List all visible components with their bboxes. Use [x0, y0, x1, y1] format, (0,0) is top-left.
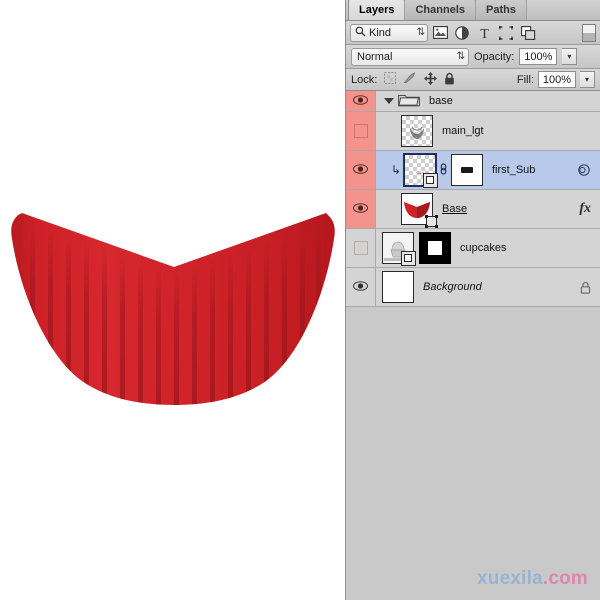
pixel-layer-filter-icon[interactable] [430, 23, 450, 43]
visibility-toggle-base-group[interactable] [346, 91, 376, 111]
chevron-down-icon[interactable] [384, 98, 394, 104]
filter-kind-select[interactable]: Kind ⇅ [350, 24, 428, 42]
layer-name-base: Base [442, 203, 467, 215]
filter-toggle-switch[interactable] [582, 24, 596, 42]
fill-dropdown-arrow[interactable]: ▾ [580, 71, 595, 88]
mask-white-area [428, 241, 442, 255]
lock-all-icon[interactable] [444, 72, 455, 88]
layer-row-first-sub[interactable]: ↳ first_Sub [346, 151, 600, 190]
filter-kind-label: Kind [369, 27, 391, 39]
panel-tab-bar: Layers Channels Paths [346, 0, 600, 21]
layer-row-background[interactable]: Background [346, 268, 600, 307]
smart-filter-icon[interactable] [577, 163, 591, 177]
eye-icon [353, 95, 368, 108]
tab-channels[interactable]: Channels [404, 0, 476, 20]
visibility-toggle-background[interactable] [346, 268, 376, 306]
opacity-input[interactable]: 100% [519, 48, 557, 65]
layer-name-first-sub: first_Sub [492, 164, 535, 176]
smart-object-filter-icon[interactable] [518, 23, 538, 43]
lock-bar: Lock: Fill: 100% ▾ [346, 69, 600, 91]
visibility-toggle-first-sub[interactable] [346, 151, 376, 189]
tab-paths[interactable]: Paths [475, 0, 527, 20]
chevron-updown-icon[interactable]: ⇅ [417, 27, 425, 38]
search-icon [355, 26, 366, 40]
chevron-updown-icon[interactable]: ⇅ [457, 51, 465, 62]
lock-label: Lock: [351, 74, 377, 86]
layer-name-main-lgt: main_lgt [442, 125, 484, 137]
fill-input[interactable]: 100% [538, 71, 576, 88]
clipping-mask-arrow-icon: ↳ [390, 164, 402, 176]
site-watermark: xuexila.com [477, 568, 588, 590]
opacity-dropdown-arrow[interactable]: ▾ [562, 48, 577, 65]
cupcake-wrapper-artwork [8, 205, 338, 410]
visibility-toggle-cupcakes[interactable] [346, 229, 376, 267]
tab-layers[interactable]: Layers [348, 0, 405, 20]
adjustment-layer-filter-icon[interactable] [452, 23, 472, 43]
lock-position-icon[interactable] [424, 72, 437, 88]
mask-shape-icon [461, 167, 473, 173]
shape-layer-filter-icon[interactable] [496, 23, 516, 43]
folder-icon [398, 92, 420, 110]
layer-name-background: Background [423, 281, 482, 293]
layer-name-base-group: base [429, 95, 453, 107]
watermark-tld: .com [543, 568, 588, 589]
layers-list: base main_lgt [346, 91, 600, 307]
layers-panel: Layers Channels Paths Kind ⇅ [345, 0, 600, 600]
vector-shape-badge-icon [424, 214, 439, 228]
blend-mode-select[interactable]: Normal ⇅ [351, 48, 469, 66]
layer-row-base-group[interactable]: base [346, 91, 600, 112]
opacity-label: Opacity: [474, 51, 514, 63]
layer-filter-bar: Kind ⇅ T [346, 21, 600, 45]
eye-icon [353, 203, 368, 216]
layer-mask-thumbnail-first-sub[interactable] [451, 154, 483, 186]
watermark-name: xuexila [477, 568, 543, 589]
lock-image-pixels-icon[interactable] [403, 72, 417, 87]
smart-object-badge-icon [401, 251, 416, 266]
blend-mode-bar: Normal ⇅ Opacity: 100% ▾ [346, 45, 600, 69]
layer-effects-fx-icon[interactable]: fx [579, 201, 591, 217]
type-layer-filter-icon[interactable]: T [474, 23, 494, 43]
eye-hidden-icon [354, 241, 368, 255]
smart-object-badge-icon [423, 173, 438, 188]
layer-thumbnail-main-lgt[interactable] [401, 115, 433, 147]
layer-row-main-lgt[interactable]: main_lgt [346, 112, 600, 151]
lock-icon[interactable] [580, 281, 591, 294]
layer-thumbnail-base[interactable] [401, 193, 433, 225]
eye-icon [353, 281, 368, 294]
layer-row-cupcakes[interactable]: cupcakes [346, 229, 600, 268]
visibility-toggle-main-lgt[interactable] [346, 112, 376, 150]
eye-hidden-icon [354, 124, 368, 138]
photoshop-window: Layers Channels Paths Kind ⇅ [0, 0, 600, 600]
visibility-toggle-base[interactable] [346, 190, 376, 228]
layer-thumbnail-cupcakes[interactable] [382, 232, 414, 264]
document-canvas[interactable] [0, 0, 345, 600]
fill-label: Fill: [517, 74, 534, 86]
layer-mask-thumbnail-cupcakes[interactable] [419, 232, 451, 264]
eye-icon [353, 164, 368, 177]
layer-row-base[interactable]: Base fx [346, 190, 600, 229]
svg-text:T: T [480, 27, 489, 40]
layer-name-cupcakes: cupcakes [460, 242, 506, 254]
blend-mode-value: Normal [357, 51, 392, 63]
lock-transparent-pixels-icon[interactable] [384, 72, 396, 87]
layer-thumbnail-background[interactable] [382, 271, 414, 303]
link-mask-icon[interactable] [439, 162, 448, 179]
layer-thumbnail-first-sub[interactable] [404, 154, 436, 186]
